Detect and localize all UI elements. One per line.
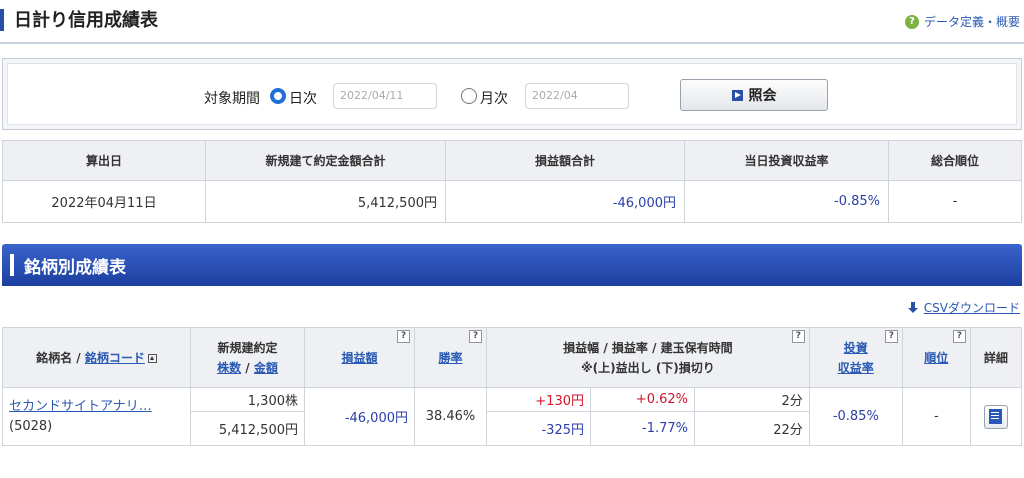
summary-return-rate: -0.85% xyxy=(684,180,889,223)
header-name: 銘柄名 / 銘柄コード xyxy=(2,327,191,388)
header-details: 詳細 xyxy=(969,327,1023,388)
header-contract: 新規建約定 株数 / 金額 xyxy=(190,327,305,388)
summary-header-date: 算出日 xyxy=(2,140,206,181)
section-title: 銘柄別成績表 xyxy=(24,257,126,278)
summary-table: 算出日 新規建て約定金額合計 損益額合計 当日投資収益率 総合順位 2022年0… xyxy=(2,140,1022,223)
table-row: セカンドサイトアナリ… (5028) 1,300株 -46,000円 38.46… xyxy=(2,387,1023,446)
help-link-label: データ定義・概要 xyxy=(923,15,1020,29)
header-divider xyxy=(0,42,1024,44)
header-name-label: 銘柄名 / xyxy=(36,350,81,365)
sort-asc-icon[interactable] xyxy=(147,353,157,363)
amount-value: 5,412,500円 xyxy=(190,411,305,446)
daily-radio[interactable] xyxy=(270,88,286,104)
roi-bottom-label: 収益率 xyxy=(837,360,874,375)
play-icon xyxy=(731,89,743,101)
sort-win-rate-link[interactable]: 勝率 xyxy=(438,351,462,365)
section-accent-bar xyxy=(10,254,14,276)
sort-rank-link[interactable]: 順位 xyxy=(924,351,948,365)
download-icon xyxy=(907,301,918,314)
period-label: 対象期間 xyxy=(204,91,260,107)
loss-rate: -1.77% xyxy=(590,411,695,446)
pl-value: -46,000円 xyxy=(304,387,415,446)
header-range: 損益幅 / 損益率 / 建玉保有時間 ※(上)益出し (下)損切り ? xyxy=(486,327,810,388)
win-rate-help-icon[interactable]: ? xyxy=(469,330,482,343)
sort-amount-link[interactable]: 金額 xyxy=(254,361,278,375)
sort-shares-link[interactable]: 株数 xyxy=(217,361,241,375)
sort-roi-link[interactable]: 投資 収益率 xyxy=(810,338,902,378)
header-win-rate: 勝率 ? xyxy=(414,327,487,388)
submit-button[interactable]: 照会 xyxy=(680,79,828,111)
rank-help-icon[interactable]: ? xyxy=(952,330,966,343)
detail-table: 銘柄名 / 銘柄コード 新規建約定 株数 / 金額 損益額 ? 勝率 ? 損益幅… xyxy=(2,327,1023,446)
stock-code: (5028) xyxy=(9,418,53,434)
roi-value: -0.85% xyxy=(808,387,903,446)
gain-rate: +0.62% xyxy=(590,387,695,412)
title-accent-bar xyxy=(0,9,4,31)
gain-width: +130円 xyxy=(486,387,591,412)
rank-value: - xyxy=(901,387,971,446)
csv-download-link[interactable]: CSVダウンロード xyxy=(907,299,1020,316)
summary-header-return: 当日投資収益率 xyxy=(684,140,889,181)
summary-rank: - xyxy=(888,180,1022,223)
win-rate-value: 38.46% xyxy=(414,387,487,446)
summary-row: 2022年04月11日 5,412,500円 -46,000円 -0.85% - xyxy=(2,180,1022,223)
roi-help-icon[interactable]: ? xyxy=(884,330,898,343)
header-contract-top: 新規建約定 xyxy=(217,340,278,355)
header-range-bottom: ※(上)益出し (下)損切り xyxy=(581,360,715,375)
roi-top-label: 投資 xyxy=(843,340,868,355)
page-header: 日計り信用成績表 ? データ定義・概要 xyxy=(0,0,1024,44)
sort-pl-link[interactable]: 損益額 xyxy=(341,351,377,365)
daily-label: 日次 xyxy=(289,91,317,107)
csv-download-label: CSVダウンロード xyxy=(923,301,1020,315)
question-icon: ? xyxy=(904,14,919,29)
details-cell xyxy=(969,387,1023,446)
summary-header-pl: 損益額合計 xyxy=(445,140,685,181)
range-help-icon[interactable]: ? xyxy=(791,330,805,343)
summary-contract-total: 5,412,500円 xyxy=(205,180,446,223)
sort-code-link[interactable]: 銘柄コード xyxy=(85,351,145,365)
section-header: 銘柄別成績表 xyxy=(2,244,1022,286)
header-pl: 損益額 ? xyxy=(304,327,415,388)
page-title: 日計り信用成績表 xyxy=(14,10,158,31)
loss-width: -325円 xyxy=(486,411,591,446)
loss-time: 22分 xyxy=(694,411,810,446)
summary-header-contract: 新規建て約定金額合計 xyxy=(205,140,446,181)
pl-help-icon[interactable]: ? xyxy=(397,330,410,343)
stock-name-cell: セカンドサイトアナリ… (5028) xyxy=(2,387,191,446)
gain-time: 2分 xyxy=(694,387,810,412)
submit-button-label: 照会 xyxy=(748,88,777,104)
header-roi: 投資収益率 ? xyxy=(808,327,903,388)
monthly-label: 月次 xyxy=(480,91,508,107)
search-panel: 対象期間 日次 2022/04/11 月次 2022/04 照会 xyxy=(2,58,1022,130)
stock-name-link[interactable]: セカンドサイトアナリ… xyxy=(9,397,184,417)
summary-date: 2022年04月11日 xyxy=(2,180,206,223)
shares-value: 1,300株 xyxy=(190,387,305,412)
monthly-date-input[interactable]: 2022/04 xyxy=(525,83,629,109)
summary-pl-total: -46,000円 xyxy=(445,180,685,223)
header-range-top: 損益幅 / 損益率 / 建玉保有時間 xyxy=(563,340,733,355)
header-slash: / xyxy=(245,360,250,375)
summary-header-rank: 総合順位 xyxy=(888,140,1022,181)
memo-icon[interactable] xyxy=(983,404,1008,429)
daily-date-input[interactable]: 2022/04/11 xyxy=(333,83,437,109)
help-link[interactable]: ? データ定義・概要 xyxy=(904,13,1020,30)
header-rank: 順位 ? xyxy=(901,327,971,388)
monthly-radio[interactable] xyxy=(461,88,477,104)
